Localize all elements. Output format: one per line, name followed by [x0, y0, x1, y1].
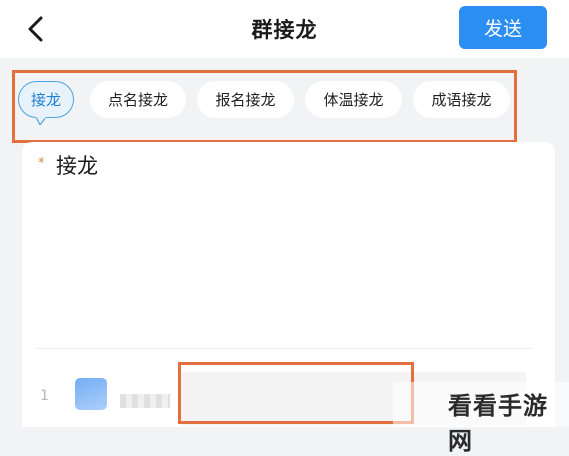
blurred-name — [120, 394, 170, 408]
required-mark: * — [38, 156, 45, 171]
tabs-highlight-box — [12, 70, 517, 143]
watermark-text: 看看手游网 — [448, 392, 548, 455]
field-title: 接龙 — [56, 154, 98, 178]
send-button[interactable]: 发送 — [459, 6, 547, 49]
divider — [36, 348, 532, 349]
watermark: 看看手游网 — [393, 382, 569, 455]
row-index: 1 — [40, 388, 49, 404]
input-highlight-box — [178, 362, 414, 424]
avatar — [75, 378, 107, 410]
